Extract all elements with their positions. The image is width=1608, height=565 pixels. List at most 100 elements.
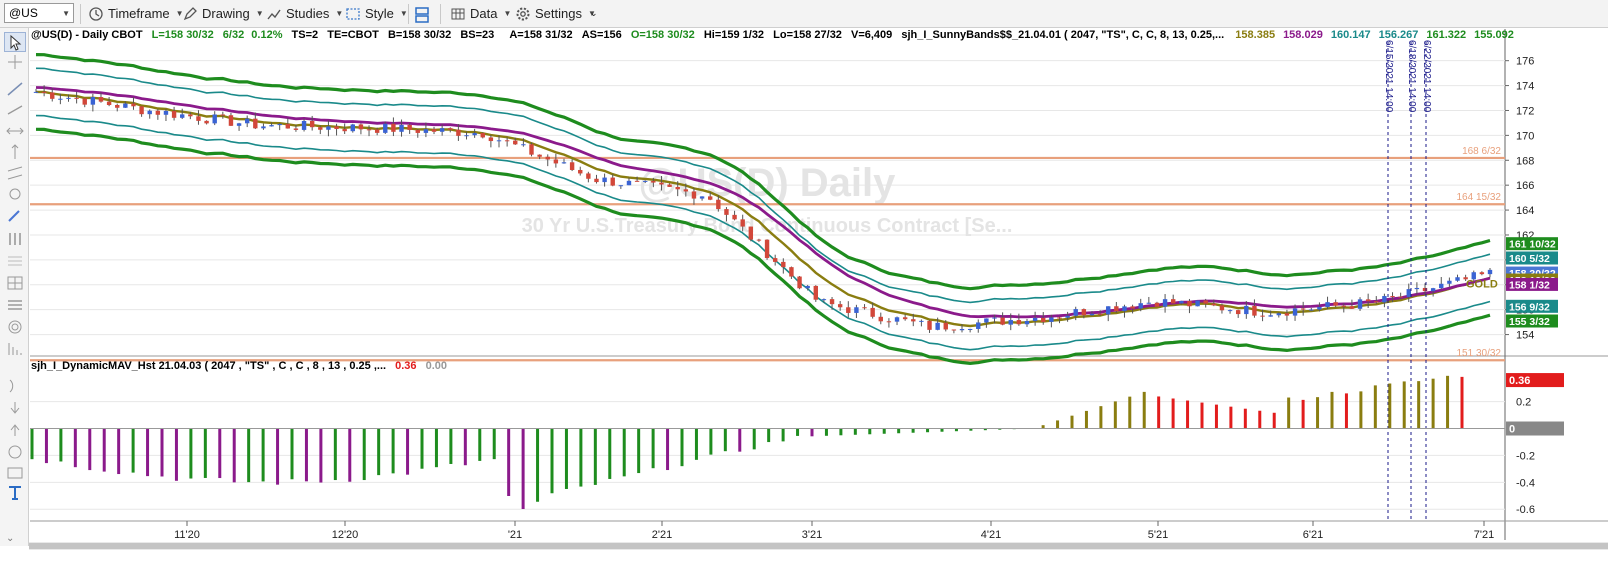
candle — [667, 184, 672, 187]
candle — [309, 120, 315, 128]
candle — [708, 196, 713, 200]
last-price: L=158 30/32 — [151, 29, 214, 41]
time-tick-label: 12'20 — [332, 529, 359, 541]
candle — [1300, 308, 1306, 310]
horizontal-scrollbar[interactable] — [29, 542, 1608, 550]
candle — [334, 126, 339, 130]
candle — [236, 123, 242, 126]
candle — [448, 128, 453, 130]
candle — [139, 106, 144, 115]
candle — [976, 322, 981, 329]
candle — [1309, 309, 1314, 311]
candle — [1211, 303, 1217, 306]
candle — [764, 239, 770, 259]
chart-area[interactable]: @US(D) Daily30 Yr U.S.Treasury Bond Cont… — [0, 0, 1608, 565]
histogram — [30, 375, 1464, 509]
low-field: Lo=158 27/32 — [773, 29, 842, 41]
support-line-label: 168 6/32 — [1462, 146, 1501, 157]
candle — [586, 173, 591, 179]
candle — [407, 124, 412, 130]
time-marker-label: 6/22/2021 14:00 — [1421, 40, 1432, 113]
candle — [797, 276, 802, 289]
candle — [821, 299, 827, 301]
candle — [66, 97, 71, 99]
price-tag-label: 158 1/32 — [1509, 279, 1550, 291]
candle — [911, 319, 916, 322]
candle — [1430, 288, 1436, 292]
candle — [724, 209, 729, 215]
candle — [943, 322, 948, 330]
candle — [854, 307, 859, 313]
te-field: TE=CBOT — [327, 29, 379, 41]
candle — [683, 189, 689, 192]
candle — [1049, 317, 1054, 322]
candle — [716, 199, 721, 210]
candle — [805, 285, 810, 289]
indicator-tag-label: 0.36 — [1509, 375, 1530, 387]
price-tag-label: 161 10/32 — [1509, 239, 1556, 251]
zero-tag-label: 0 — [1509, 424, 1515, 436]
candle — [1479, 272, 1485, 275]
candle — [456, 129, 461, 136]
candle — [772, 258, 778, 262]
candle — [1024, 321, 1030, 325]
candle — [561, 162, 567, 164]
support-line-label: 151 30/32 — [1457, 348, 1502, 359]
candle — [147, 110, 152, 115]
candle — [1325, 302, 1330, 307]
candle — [1122, 306, 1127, 312]
candle — [1235, 310, 1241, 315]
candle — [1154, 302, 1160, 307]
study-name: sjh_I_SunnyBands$$_21.04.01 ( 2047, "TS"… — [901, 29, 1225, 41]
scrollbar-thumb[interactable] — [29, 543, 1608, 549]
candle — [959, 329, 965, 331]
candle — [829, 299, 835, 305]
net-change: 6/32 — [222, 29, 245, 41]
candle — [90, 97, 96, 105]
candle — [1089, 313, 1095, 316]
candle — [1382, 296, 1387, 303]
study-value: 158.029 — [1283, 29, 1323, 41]
candle — [228, 115, 234, 126]
candle — [1447, 280, 1452, 284]
candle — [1374, 301, 1379, 303]
candle — [594, 178, 599, 183]
candle — [1146, 302, 1152, 304]
candle — [691, 191, 697, 199]
candle — [1398, 296, 1403, 298]
candle — [391, 123, 396, 132]
candle — [58, 98, 63, 100]
indicator-value-2: 0.00 — [425, 360, 448, 372]
candle — [1227, 310, 1233, 312]
indicator-tick-label: 0.2 — [1516, 397, 1531, 409]
candle — [196, 116, 201, 121]
candle — [1041, 317, 1046, 322]
indicator-header: sjh_I_DynamicMAV_Hst 21.04.03 ( 2047 , "… — [31, 360, 447, 372]
candle — [496, 140, 502, 142]
candle — [1252, 305, 1257, 316]
ask-field: A=158 31/32 — [509, 29, 573, 41]
time-marker-label: 6/15/2021 14:00 — [1383, 40, 1394, 113]
candle — [41, 91, 47, 93]
candle — [366, 129, 372, 131]
candle — [383, 123, 388, 133]
candle — [1114, 306, 1119, 312]
candle — [415, 129, 420, 133]
indicator-name: sjh_I_DynamicMAV_Hst 21.04.03 ( 2047 , "… — [31, 360, 387, 372]
candle — [732, 214, 737, 220]
price-tag-label: 155 3/32 — [1509, 316, 1550, 328]
candle — [1422, 287, 1428, 292]
candle — [1455, 277, 1460, 281]
candle — [326, 126, 331, 130]
candle — [537, 154, 542, 157]
candle — [521, 144, 526, 146]
gold-label: GOLD — [1466, 279, 1498, 291]
candle — [261, 126, 266, 129]
study-value: 161.322 — [1426, 29, 1467, 41]
candle — [894, 317, 900, 322]
time-tick-label: 4'21 — [981, 529, 1001, 541]
candle — [1260, 315, 1265, 317]
candle — [1341, 305, 1346, 307]
candle — [464, 135, 469, 137]
time-tick-label: 11'20 — [174, 529, 200, 541]
